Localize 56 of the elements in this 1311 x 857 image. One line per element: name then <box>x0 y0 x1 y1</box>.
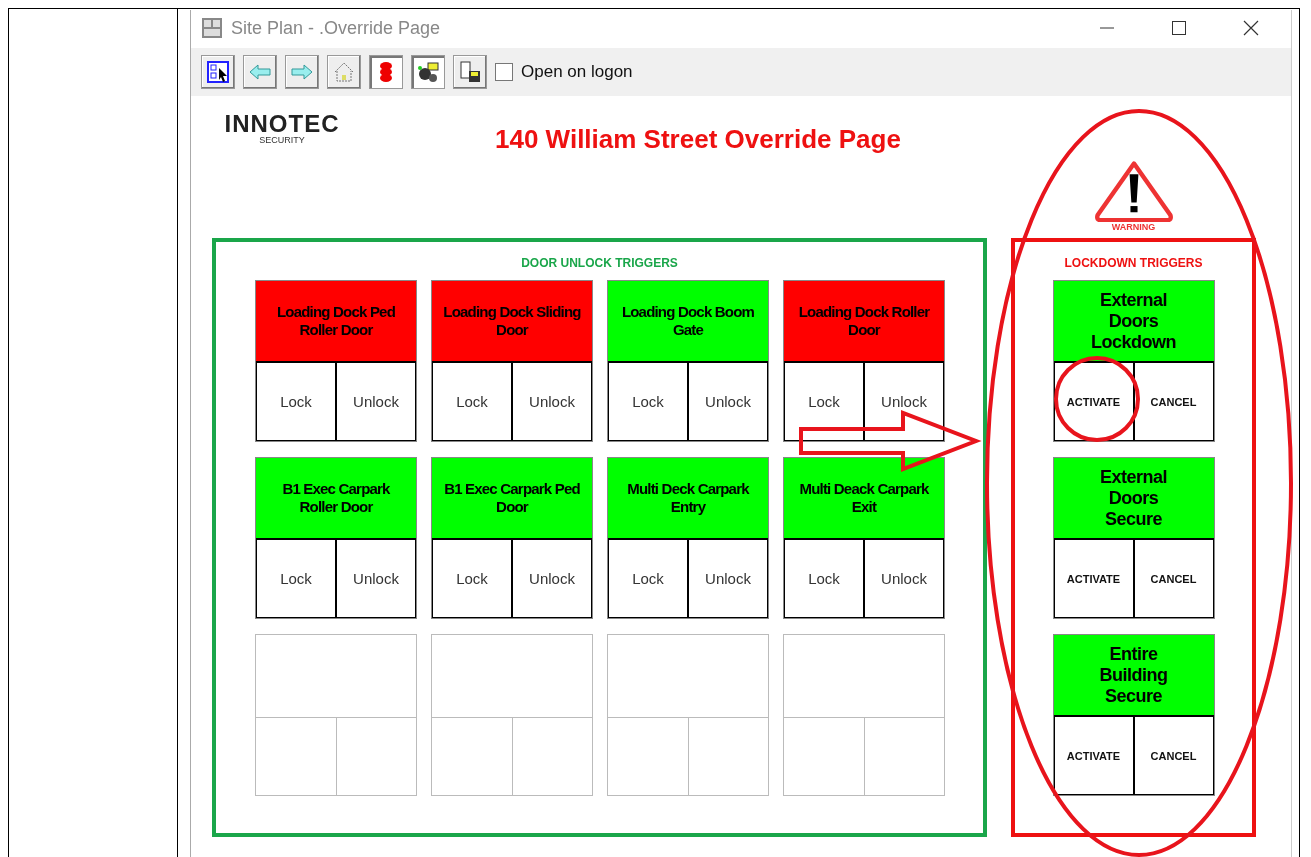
maximize-icon[interactable] <box>1171 20 1187 36</box>
door-control-button[interactable]: Unlock <box>864 540 944 618</box>
door-control-button[interactable]: Lock <box>256 363 336 441</box>
door-control-button[interactable]: Unlock <box>336 363 416 441</box>
house-icon <box>332 60 356 84</box>
trigger-control-button[interactable]: ACTIVATE <box>1053 540 1134 618</box>
back-arrow-button[interactable] <box>243 55 277 89</box>
window-title: Site Plan - .Override Page <box>231 17 441 39</box>
door-control-button[interactable]: Lock <box>784 363 864 441</box>
panel-title: LOCKDOWN TRIGGERS <box>1064 255 1203 272</box>
save-icon <box>458 60 482 84</box>
alarm-stack-button[interactable] <box>369 55 403 89</box>
devices-button[interactable] <box>411 55 445 89</box>
door-status-label: Multi Deack Carpark Exit <box>784 458 944 540</box>
door-control-button[interactable]: Unlock <box>688 540 768 618</box>
checkbox-label: Open on logon <box>521 62 633 82</box>
checkbox[interactable] <box>495 63 513 81</box>
door-control-button[interactable]: Unlock <box>336 540 416 618</box>
door-control-button[interactable]: Unlock <box>688 363 768 441</box>
trigger-control-button[interactable]: CANCEL <box>1133 717 1214 795</box>
door-control-button[interactable]: Lock <box>608 363 688 441</box>
pointer-icon <box>206 60 230 84</box>
door-status-label: Loading Dock Boom Gate <box>608 281 768 363</box>
door-status-label: Loading Dock Roller Door <box>784 281 944 363</box>
door-control-button[interactable]: Lock <box>432 363 512 441</box>
logo-tagline: SECURITY <box>259 135 305 145</box>
logo-wordmark: INNOTEC <box>224 110 340 137</box>
door-status-label: Loading Dock Ped Roller Door <box>256 281 416 363</box>
close-icon[interactable] <box>1243 20 1259 36</box>
forward-arrow-button[interactable] <box>285 55 319 89</box>
trigger-control-button[interactable]: ACTIVATE <box>1053 717 1134 795</box>
panel-title: DOOR UNLOCK TRIGGERS <box>520 255 679 272</box>
door-control-button[interactable]: Lock <box>256 540 336 618</box>
save-button[interactable] <box>453 55 487 89</box>
door-control-button[interactable]: Lock <box>432 540 512 618</box>
floor-plan-icon <box>201 17 223 39</box>
door-control-button[interactable]: Unlock <box>864 363 944 441</box>
page-title: 140 William Street Override Page <box>495 124 901 155</box>
door-status-label: Multi Deck Carpark Entry <box>608 458 768 540</box>
devices-icon <box>416 60 440 84</box>
trigger-status-label: External Doors Lockdown <box>1053 281 1214 363</box>
warning-sign-icon <box>1093 160 1174 222</box>
door-control-button[interactable]: Lock <box>608 540 688 618</box>
door-status-label: B1 Exec Carpark Ped Door <box>432 458 592 540</box>
door-status-label: Loading Dock Sliding Door <box>432 281 592 363</box>
trigger-status-label: External Doors Secure <box>1053 458 1214 540</box>
home-button[interactable] <box>327 55 361 89</box>
door-control-button[interactable]: Unlock <box>512 540 592 618</box>
door-status-label: B1 Exec Carpark Roller Door <box>256 458 416 540</box>
select-tool-button[interactable] <box>201 55 235 89</box>
warning-label: WARNING <box>1111 222 1156 232</box>
trigger-control-button[interactable]: CANCEL <box>1133 363 1214 441</box>
door-control-button[interactable]: Lock <box>784 540 864 618</box>
trigger-status-label: Entire Building Secure <box>1053 635 1214 717</box>
door-control-button[interactable]: Unlock <box>512 363 592 441</box>
trigger-control-button[interactable]: CANCEL <box>1133 540 1214 618</box>
